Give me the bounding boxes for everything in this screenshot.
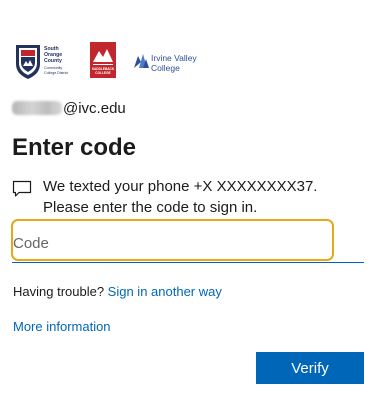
socc-sub-1: Community — [44, 66, 62, 70]
account-identity: @ivc.edu — [12, 97, 126, 119]
chat-bubble-icon — [12, 180, 32, 197]
account-domain: @ivc.edu — [63, 99, 126, 117]
trouble-row: Having trouble? Sign in another way — [13, 283, 222, 301]
saddleback-logo: SADDLEBACK COLLEGE — [90, 42, 116, 78]
socc-name-3: County — [44, 58, 62, 64]
ivc-logo: Irvine Valley College — [134, 53, 197, 73]
sign-in-another-way-link[interactable]: Sign in another way — [108, 284, 222, 299]
saddleback-line-2: COLLEGE — [95, 71, 110, 75]
socc-logo: South Orange County Community College Di… — [16, 45, 68, 79]
logo-row: South Orange County Community College Di… — [12, 42, 222, 84]
ivc-line-1: Irvine Valley — [151, 53, 197, 63]
more-information-row: More information — [13, 318, 111, 336]
code-field — [11, 219, 334, 261]
code-input-underline — [12, 262, 364, 263]
page-title: Enter code — [12, 134, 137, 161]
more-information-link[interactable]: More information — [13, 319, 111, 334]
sms-message-text: We texted your phone +X XXXXXXXX37. Plea… — [43, 178, 318, 216]
ivc-line-2: College — [151, 63, 180, 73]
verify-button[interactable]: Verify — [256, 352, 364, 384]
socc-sub-2: College District — [44, 71, 68, 75]
code-input[interactable] — [13, 221, 332, 259]
trouble-label: Having trouble? — [13, 284, 108, 299]
sms-message: We texted your phone +X XXXXXXXX37. Plea… — [12, 176, 362, 218]
redacted-username — [12, 101, 62, 115]
